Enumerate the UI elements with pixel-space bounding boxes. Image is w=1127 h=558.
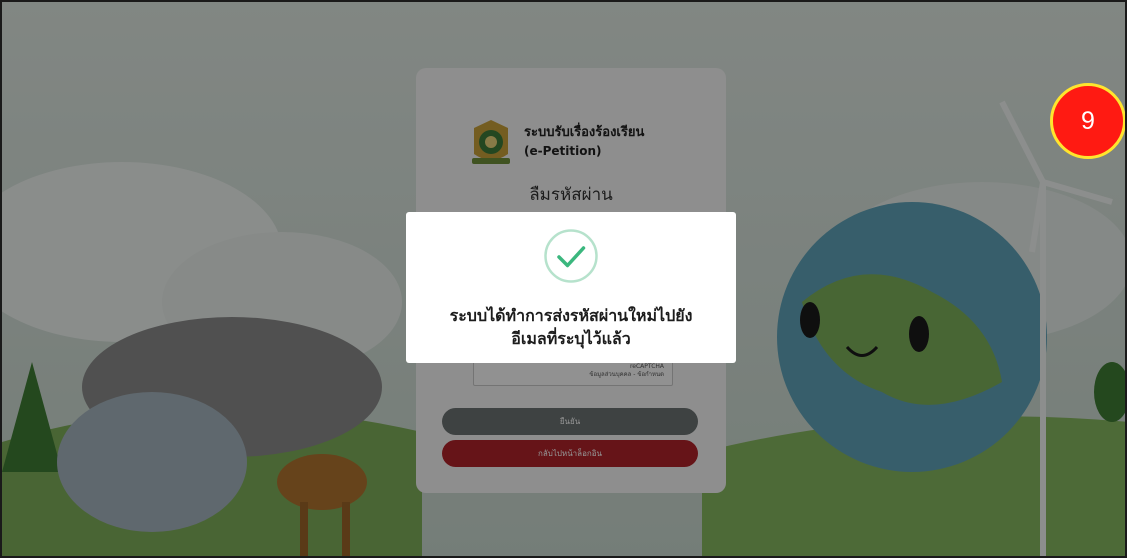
success-message: ระบบได้ทำการส่งรหัสผ่านใหม่ไปยัง อีเมลที…: [406, 304, 736, 350]
step-number-badge: 9: [1050, 83, 1125, 159]
success-message-line1: ระบบได้ทำการส่งรหัสผ่านใหม่ไปยัง: [449, 306, 693, 325]
check-circle-icon: [544, 229, 598, 283]
screenshot-frame: ระบบรับเรื่องร้องเรียน (e-Petition) ลืมร…: [0, 0, 1127, 558]
success-modal: ระบบได้ทำการส่งรหัสผ่านใหม่ไปยัง อีเมลที…: [406, 212, 736, 363]
success-message-line2: อีเมลที่ระบุไว้แล้ว: [511, 329, 631, 348]
